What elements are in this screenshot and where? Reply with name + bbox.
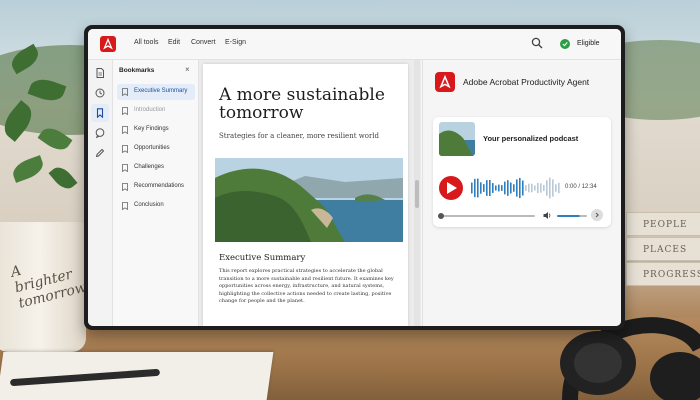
bookmark-icon xyxy=(122,183,128,191)
monitor: All tools Edit Convert E-Sign Eligible B… xyxy=(84,25,625,330)
menu-convert[interactable]: Convert xyxy=(191,39,216,46)
bookmarks-title: Bookmarks xyxy=(119,67,155,74)
more-options-button[interactable] xyxy=(591,209,603,221)
chevron-right-icon xyxy=(595,212,599,218)
waveform-bar xyxy=(495,185,497,191)
acrobat-logo-icon xyxy=(435,72,455,92)
waveform-bar xyxy=(558,182,560,194)
bookmarks-panel: Bookmarks × Executive Summary Introductio… xyxy=(113,60,199,326)
bookmark-icon xyxy=(122,88,128,96)
waveform-bar xyxy=(525,185,527,191)
section-body: This report explores practical strategie… xyxy=(219,268,394,304)
podcast-thumbnail xyxy=(439,122,475,156)
bookmark-icon xyxy=(122,164,128,172)
check-icon xyxy=(560,39,570,49)
bookmark-label: Recommendations xyxy=(134,183,185,189)
waveform-bar xyxy=(540,183,542,193)
waveform-bar xyxy=(474,178,476,198)
waveform-bar xyxy=(534,185,536,191)
play-icon xyxy=(447,182,457,194)
plant xyxy=(0,30,90,220)
bookmark-item[interactable]: Opportunities xyxy=(117,141,195,157)
waveform-bar xyxy=(519,177,521,199)
waveform-bar xyxy=(507,180,509,196)
waveform-bar xyxy=(483,184,485,192)
bookmark-label: Key Findings xyxy=(134,126,169,132)
bookmark-item[interactable]: Executive Summary xyxy=(117,84,195,100)
acrobat-logo-icon[interactable] xyxy=(100,36,116,52)
left-rail xyxy=(88,60,113,326)
waveform-bar xyxy=(543,184,545,192)
waveform-bar xyxy=(492,183,494,193)
menu-e-sign[interactable]: E-Sign xyxy=(225,39,246,46)
waveform-bar xyxy=(471,182,473,194)
comment-icon[interactable] xyxy=(95,128,105,138)
bookmark-icon xyxy=(122,202,128,210)
play-button[interactable] xyxy=(439,176,463,200)
bookmark-item[interactable]: Introduction xyxy=(117,103,195,119)
top-toolbar: All tools Edit Convert E-Sign Eligible xyxy=(88,29,621,60)
coastline-image xyxy=(215,158,403,242)
volume-icon[interactable] xyxy=(543,211,552,220)
pen-icon[interactable] xyxy=(95,148,105,158)
waveform-bar xyxy=(522,180,524,196)
search-icon[interactable] xyxy=(531,37,543,49)
menu-edit[interactable]: Edit xyxy=(168,39,180,46)
progress-knob[interactable] xyxy=(438,213,444,219)
bookmark-item[interactable]: Conclusion xyxy=(117,198,195,214)
bookmark-label: Opportunities xyxy=(134,145,170,151)
agent-title: Adobe Acrobat Productivity Agent xyxy=(463,77,590,87)
waveform-bar xyxy=(480,182,482,194)
document-subtitle: Strategies for a cleaner, more resilient… xyxy=(219,132,380,140)
document-viewer[interactable]: A more sustainable tomorrow Strategies f… xyxy=(199,60,421,326)
bookmark-label: Challenges xyxy=(134,164,165,170)
bookmark-label: Conclusion xyxy=(134,202,164,208)
waveform-bar xyxy=(531,183,533,193)
waveform-bar xyxy=(498,184,500,192)
eligible-label: Eligible xyxy=(577,40,600,47)
bookmark-label: Executive Summary xyxy=(134,88,188,94)
menu-all-tools[interactable]: All tools xyxy=(134,39,159,46)
waveform-bar xyxy=(552,179,554,197)
book-spine: PEOPLE xyxy=(626,212,700,236)
bookmark-icon xyxy=(122,145,128,153)
waveform-bar xyxy=(501,185,503,191)
waveform-bar xyxy=(546,180,548,196)
agent-panel: Adobe Acrobat Productivity Agent Your pe… xyxy=(422,60,621,326)
scrollbar[interactable] xyxy=(414,60,420,326)
waveform-bar xyxy=(486,180,488,196)
audio-waveform[interactable] xyxy=(471,175,563,201)
waveform-bar xyxy=(555,184,557,192)
waveform-bar xyxy=(504,181,506,195)
bookmark-icon[interactable] xyxy=(95,108,105,118)
podcast-card: Your personalized podcast 0:00 / 12:34 xyxy=(433,117,611,227)
bookmark-label: Introduction xyxy=(134,107,166,113)
playback-progress-slider[interactable] xyxy=(438,213,535,219)
waveform-bar xyxy=(549,177,551,199)
waveform-bar xyxy=(510,182,512,194)
close-icon[interactable]: × xyxy=(185,65,190,74)
scrollbar-thumb[interactable] xyxy=(415,180,419,208)
book-spine: PLACES xyxy=(626,237,700,261)
bookmark-item[interactable]: Key Findings xyxy=(117,122,195,138)
podcast-time: 0:00 / 12:34 xyxy=(565,184,597,190)
waveform-bar xyxy=(489,180,491,196)
waveform-bar xyxy=(477,178,479,198)
section-heading: Executive Summary xyxy=(219,253,306,263)
document-title: A more sustainable tomorrow xyxy=(219,85,385,123)
document-icon[interactable] xyxy=(95,68,105,78)
waveform-bar xyxy=(528,183,530,193)
bookmark-icon xyxy=(122,126,128,134)
document-page: A more sustainable tomorrow Strategies f… xyxy=(203,64,408,326)
clock-icon[interactable] xyxy=(95,88,105,98)
waveform-bar xyxy=(513,184,515,192)
bookmark-icon xyxy=(122,107,128,115)
volume-slider[interactable] xyxy=(557,215,587,217)
bookmark-item[interactable]: Recommendations xyxy=(117,179,195,195)
bookmark-item[interactable]: Challenges xyxy=(117,160,195,176)
waveform-bar xyxy=(516,179,518,197)
acrobat-window: All tools Edit Convert E-Sign Eligible B… xyxy=(88,29,621,326)
waveform-bar xyxy=(537,182,539,194)
podcast-title: Your personalized podcast xyxy=(483,134,579,143)
